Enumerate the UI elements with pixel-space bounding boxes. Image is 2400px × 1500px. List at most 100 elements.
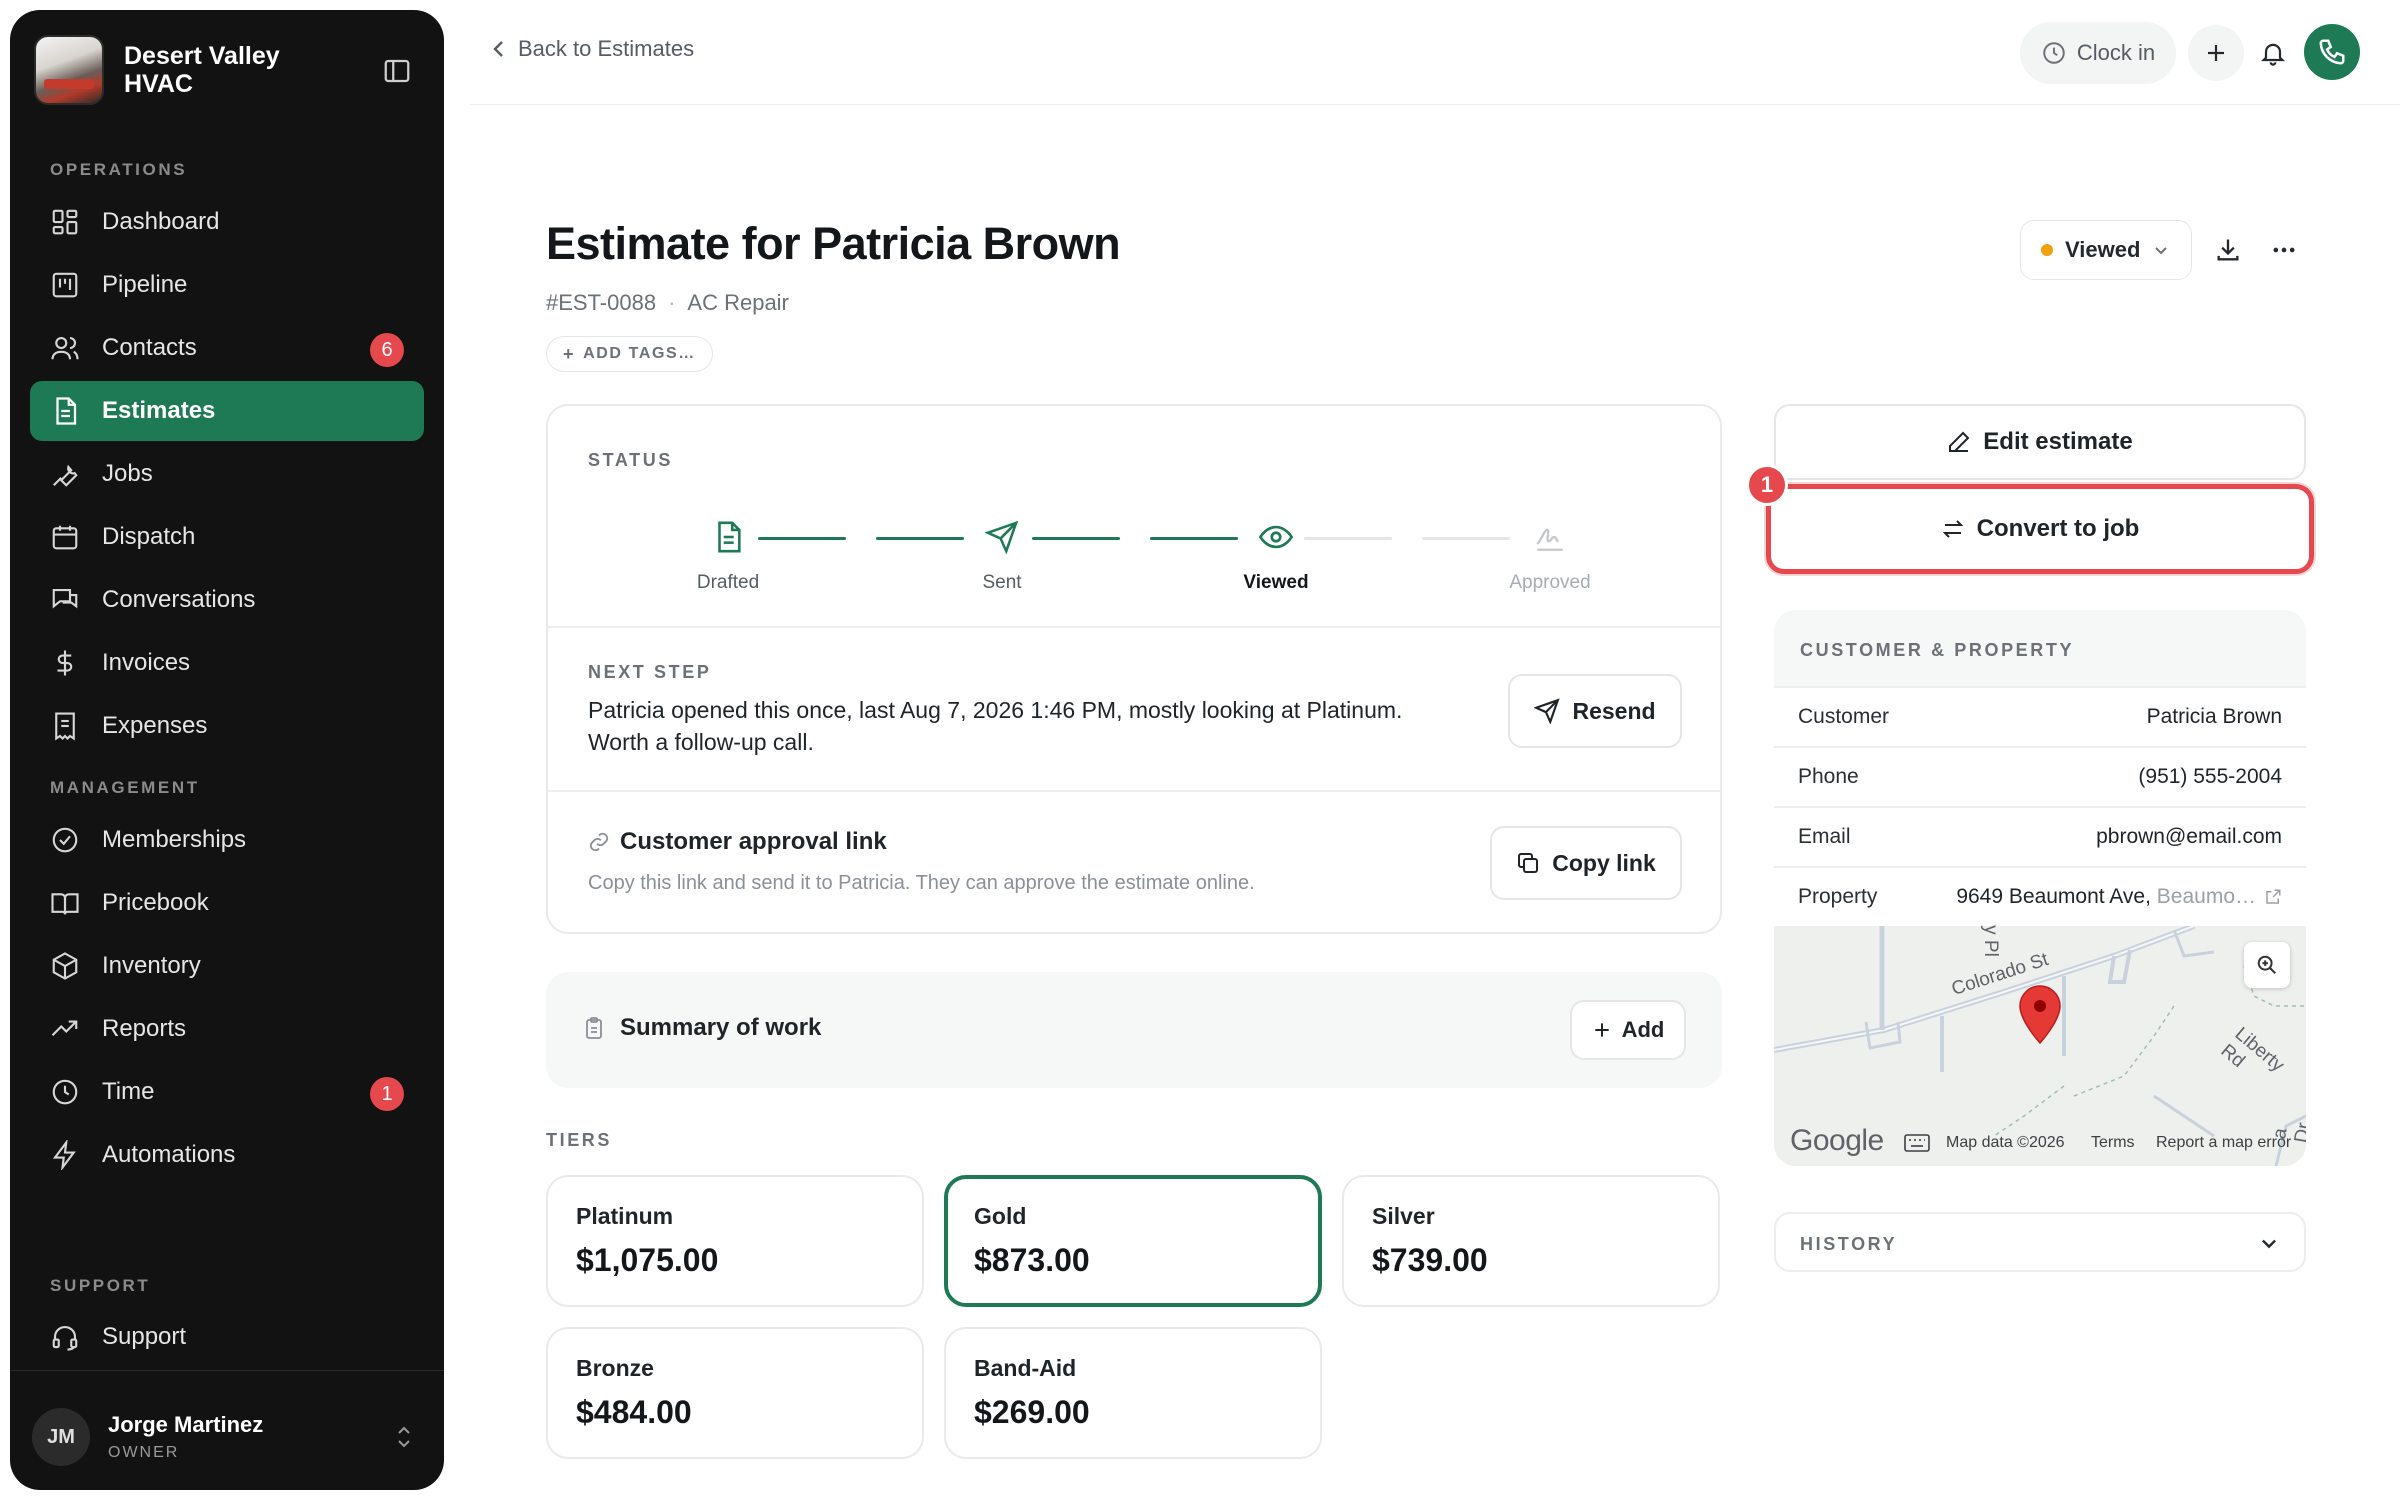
sidebar-item-label: Jobs [102, 460, 153, 487]
chat-icon [50, 585, 80, 615]
document-icon [711, 520, 745, 554]
topbar-divider [470, 104, 2400, 105]
status-dot [2041, 244, 2053, 256]
add-summary-button[interactable]: Add [1570, 1000, 1686, 1060]
customer-name[interactable]: Patricia Brown [2147, 705, 2282, 729]
history-accordion[interactable]: HISTORY [1774, 1212, 2306, 1272]
phone-value[interactable]: (951) 555-2004 [2138, 765, 2282, 789]
send-icon [985, 520, 1019, 554]
badge-check-icon [50, 825, 80, 855]
status-dropdown[interactable]: Viewed [2020, 220, 2192, 280]
map-terms-link[interactable]: Terms [2091, 1134, 2135, 1152]
sidebar-item-label: Dispatch [102, 523, 196, 550]
download-icon [2217, 239, 2239, 261]
sidebar-divider [10, 1370, 444, 1371]
estimate-meta: #EST-0088 · AC Repair [546, 290, 789, 316]
sidebar-item-label: Dashboard [102, 208, 220, 235]
step-label: Viewed [1243, 572, 1309, 593]
add-tags-button[interactable]: + ADD TAGS… [546, 336, 713, 372]
tier-card-bronze[interactable]: Bronze $484.00 [546, 1327, 924, 1459]
convert-to-job-button[interactable]: Convert to job [1766, 484, 2314, 574]
phone-icon [2319, 39, 2345, 65]
map-report-link[interactable]: Report a map error [2156, 1134, 2291, 1152]
add-button[interactable] [2188, 25, 2244, 81]
sidebar-item-pricebook[interactable]: Pricebook [30, 873, 424, 933]
sidebar-item-conversations[interactable]: Conversations [30, 570, 424, 630]
step-viewed: Viewed [1196, 520, 1356, 594]
zoom-in-icon [2257, 955, 2276, 974]
download-button[interactable] [2208, 230, 2248, 270]
keyboard-icon[interactable] [1904, 1134, 1930, 1152]
tier-card-band-aid[interactable]: Band-Aid $269.00 [944, 1327, 1322, 1459]
sidebar-item-jobs[interactable]: Jobs [30, 444, 424, 504]
bell-icon [2260, 43, 2286, 66]
tier-price: $1,075.00 [576, 1242, 719, 1278]
sidebar-item-pipeline[interactable]: Pipeline [30, 255, 424, 315]
link-icon [589, 832, 609, 852]
sidebar-item-contacts[interactable]: Contacts 6 [30, 318, 424, 378]
more-horizontal-icon [2273, 247, 2295, 253]
back-to-estimates-link[interactable]: Back to Estimates [490, 36, 694, 62]
clock-in-button[interactable]: Clock in [2020, 22, 2176, 84]
annotation-marker: 1 [1746, 464, 1788, 506]
sidebar-item-inventory[interactable]: Inventory [30, 936, 424, 996]
property-map[interactable]: Colorado St Liberty Rd y Pl a Dr Google … [1774, 925, 2306, 1166]
chevron-down-icon [2155, 247, 2168, 255]
sidebar-item-label: Pipeline [102, 271, 188, 298]
sidebar-item-dispatch[interactable]: Dispatch [30, 507, 424, 567]
copy-icon [1518, 853, 1539, 873]
history-label: HISTORY [1800, 1234, 1898, 1254]
sidebar-item-label: Inventory [102, 952, 201, 979]
sidebar-item-memberships[interactable]: Memberships [30, 810, 424, 870]
edit-estimate-button[interactable]: Edit estimate [1774, 404, 2306, 480]
edit-estimate-label: Edit estimate [1983, 428, 2133, 455]
map-zoom-button[interactable] [2244, 942, 2290, 988]
sidebar-item-time[interactable]: Time 1 [30, 1062, 424, 1122]
divider [548, 626, 1720, 628]
sidebar-item-invoices[interactable]: Invoices [30, 633, 424, 693]
copy-link-button[interactable]: Copy link [1490, 826, 1682, 900]
send-icon [1534, 698, 1561, 724]
sidebar-item-label: Expenses [102, 712, 208, 739]
sidebar-item-dashboard[interactable]: Dashboard [30, 192, 424, 252]
back-link-label: Back to Estimates [518, 36, 695, 61]
user-role: OWNER [108, 1444, 180, 1461]
status-steps: Drafted Sent Viewed Approved [548, 506, 1720, 606]
meta-separator: · [668, 290, 676, 315]
section-label-management: MANAGEMENT [50, 778, 200, 797]
step-label: Drafted [696, 572, 760, 593]
property-value[interactable]: 9649 Beaumont Ave, Beaumo… [1956, 885, 2282, 909]
notifications-button[interactable] [2245, 25, 2301, 81]
property-city: Beaumo… [2156, 885, 2256, 908]
summary-title-text: Summary of work [620, 1014, 822, 1041]
tier-name: Bronze [576, 1355, 654, 1381]
sidebar-item-reports[interactable]: Reports [30, 999, 424, 1059]
more-options-button[interactable] [2264, 230, 2304, 270]
add-label: Add [1621, 1017, 1665, 1042]
pencil-icon [1949, 431, 1970, 452]
tier-card-silver[interactable]: Silver $739.00 [1342, 1175, 1720, 1307]
sidebar-item-support[interactable]: Support [30, 1307, 424, 1367]
tier-price: $269.00 [974, 1394, 1090, 1430]
tier-name: Band-Aid [974, 1355, 1077, 1381]
email-value[interactable]: pbrown@email.com [2096, 825, 2282, 849]
sidebar-item-expenses[interactable]: Expenses [30, 696, 424, 756]
bolt-icon [50, 1140, 80, 1170]
user-menu[interactable]: JM Jorge Martinez OWNER [32, 1402, 426, 1472]
brand[interactable]: Desert Valley HVAC [34, 34, 420, 106]
section-label-operations: OPERATIONS [50, 160, 188, 179]
tier-card-gold[interactable]: Gold $873.00 [944, 1175, 1322, 1307]
sidebar-item-estimates[interactable]: Estimates [30, 381, 424, 441]
sidebar-item-automations[interactable]: Automations [30, 1125, 424, 1185]
step-drafted: Drafted [648, 520, 808, 594]
tier-price: $739.00 [1372, 1242, 1488, 1278]
tier-card-platinum[interactable]: Platinum $1,075.00 [546, 1175, 924, 1307]
resend-label: Resend [1572, 697, 1656, 724]
divider [548, 790, 1720, 792]
phone-button[interactable] [2304, 24, 2360, 80]
map-street-label: y Pl [1979, 925, 2001, 957]
convert-to-job-label: Convert to job [1976, 515, 2140, 542]
sidebar-collapse-icon[interactable] [382, 56, 412, 86]
resend-button[interactable]: Resend [1508, 674, 1682, 748]
dashboard-icon [50, 207, 80, 237]
